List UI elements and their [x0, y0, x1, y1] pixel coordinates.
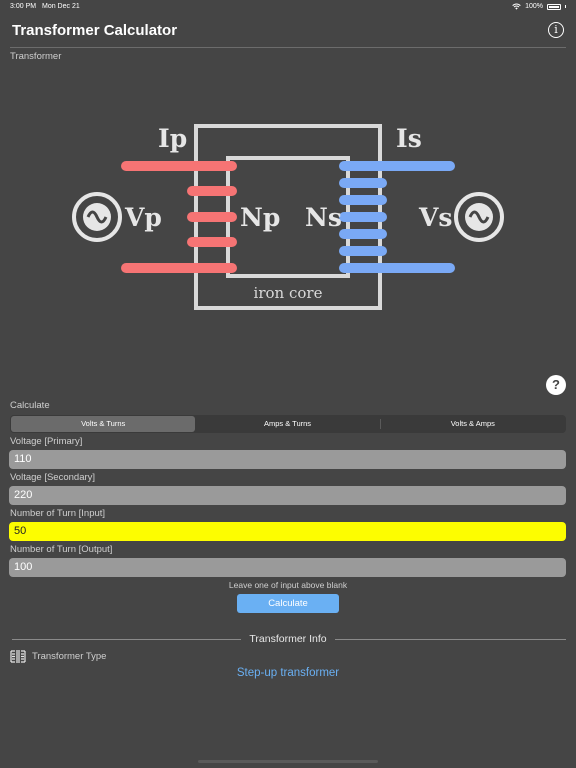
ac-source-secondary-icon [454, 192, 504, 242]
status-right: 100% [512, 3, 566, 10]
transformer-diagram: iron core Ip Is Vp Vs Np Ns [72, 124, 504, 310]
battery-icon [547, 3, 561, 10]
label-vp: Vp [124, 203, 162, 232]
diagram-section-label: Transformer [10, 51, 62, 62]
status-bar: 3:00 PM Mon Dec 21 100% [0, 0, 576, 14]
input-turns-field[interactable]: 50 [9, 522, 566, 541]
transformer-symbol-icon [10, 650, 26, 663]
tab-amps-turns[interactable]: Amps & Turns [195, 416, 379, 432]
calculate-mode-segmented-control: Volts & Turns Amps & Turns Volts & Amps [10, 415, 566, 433]
status-date: Mon Dec 21 [42, 3, 80, 10]
ac-source-primary-icon [72, 192, 122, 242]
transformer-info-header: Transformer Info [0, 633, 576, 645]
label-vs: Vs [418, 203, 452, 232]
label-ns: Ns [305, 203, 342, 232]
question-icon: ? [552, 377, 560, 392]
calculate-button[interactable]: Calculate [237, 594, 339, 613]
calculate-section-label: Calculate [10, 400, 50, 411]
header-divider [10, 47, 566, 48]
core-label: iron core [254, 284, 323, 302]
transformer-type-row: Transformer Type [10, 650, 106, 663]
transformer-type-label: Transformer Type [32, 651, 107, 662]
output-turns-label: Number of Turn [Output] [10, 544, 113, 555]
primary-voltage-label: Voltage [Primary] [10, 436, 83, 447]
battery-percent: 100% [525, 3, 543, 10]
battery-tip [565, 5, 566, 8]
secondary-voltage-field[interactable]: 220 [9, 486, 566, 505]
blank-input-hint: Leave one of input above blank [228, 580, 348, 590]
input-turns-label: Number of Turn [Input] [10, 508, 106, 519]
secondary-voltage-label: Voltage [Secondary] [10, 472, 96, 483]
label-is: Is [396, 124, 422, 153]
tab-volts-turns[interactable]: Volts & Turns [11, 416, 196, 432]
info-icon: i [554, 23, 558, 36]
transformer-info-title: Transformer Info [241, 633, 335, 645]
primary-voltage-field[interactable]: 110 [9, 450, 566, 469]
output-turns-field[interactable]: 100 [9, 558, 566, 577]
transformer-type-result: Step-up transformer [236, 667, 340, 679]
help-button[interactable]: ? [546, 375, 566, 395]
label-np: Np [240, 203, 280, 232]
label-ip: Ip [158, 124, 187, 153]
home-indicator [198, 760, 378, 763]
status-time: 3:00 PM [10, 3, 37, 10]
tab-volts-amps[interactable]: Volts & Amps [381, 416, 565, 432]
page-title: Transformer Calculator [12, 22, 178, 39]
info-button[interactable]: i [548, 22, 564, 38]
wifi-icon [512, 3, 521, 10]
